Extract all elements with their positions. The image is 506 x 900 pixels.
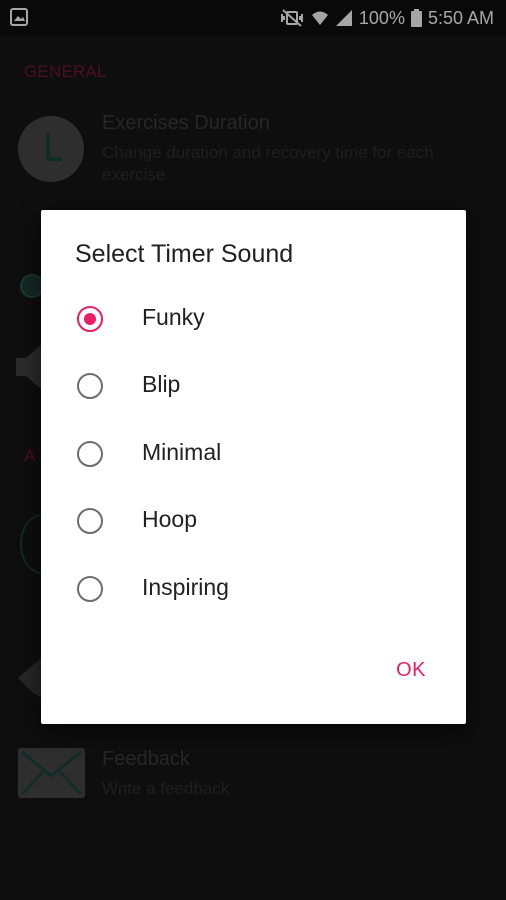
radio-button[interactable] — [77, 441, 103, 467]
option-inspiring[interactable]: Inspiring — [41, 560, 466, 620]
timer-sound-dialog: Select Timer Sound Funky Blip Minimal Ho… — [41, 210, 466, 724]
option-minimal[interactable]: Minimal — [41, 425, 466, 485]
option-label: Minimal — [142, 439, 222, 465]
option-label: Inspiring — [142, 574, 229, 600]
option-label: Funky — [142, 304, 205, 330]
radio-button-checked[interactable] — [77, 306, 103, 332]
radio-button[interactable] — [77, 373, 103, 399]
option-label: Hoop — [142, 506, 197, 532]
radio-button[interactable] — [77, 576, 103, 602]
option-funky[interactable]: Funky — [41, 290, 466, 350]
ok-button[interactable]: OK — [394, 655, 428, 686]
radio-button[interactable] — [77, 508, 103, 534]
option-label: Blip — [142, 371, 181, 397]
option-blip[interactable]: Blip — [41, 357, 466, 417]
option-hoop[interactable]: Hoop — [41, 492, 466, 552]
dialog-title: Select Timer Sound — [75, 240, 294, 268]
